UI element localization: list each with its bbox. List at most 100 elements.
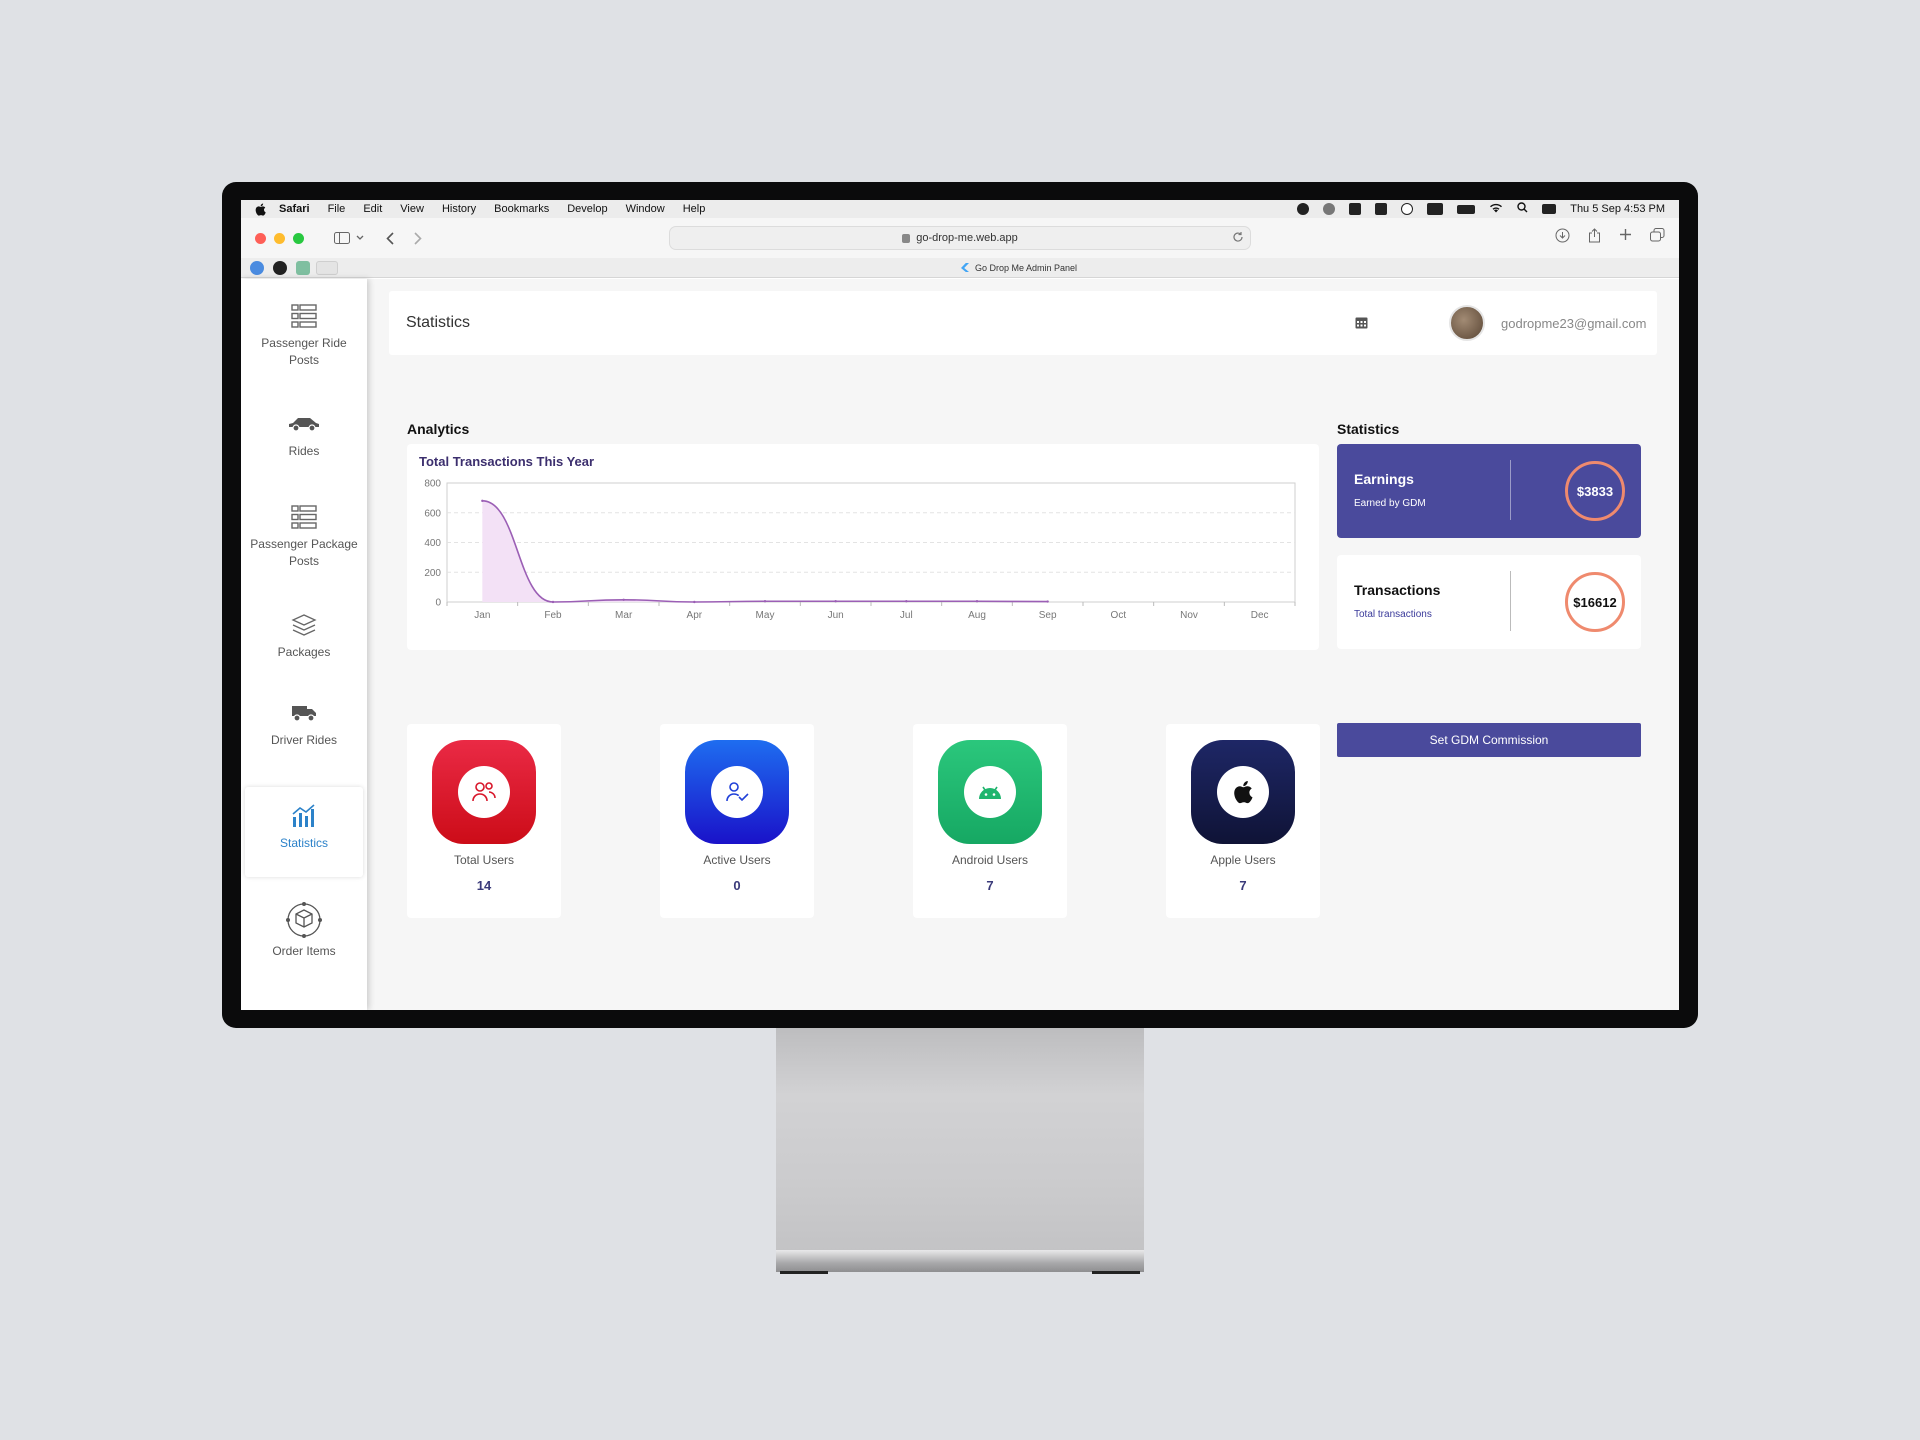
active-users-card: Active Users 0 bbox=[660, 724, 814, 918]
data-point bbox=[1046, 600, 1049, 603]
page-title: Statistics bbox=[406, 314, 471, 331]
y-tick-label: 800 bbox=[424, 479, 441, 490]
sidebar-item-packages[interactable]: Packages bbox=[245, 610, 363, 661]
menu-file[interactable]: File bbox=[328, 203, 346, 215]
record-icon[interactable] bbox=[1297, 203, 1310, 215]
transactions-chart: 0 200 400 600 800 Jan Feb Mar Apr May Jun Jul Aug Sep… bbox=[424, 479, 1296, 621]
wifi-icon[interactable] bbox=[1489, 202, 1503, 216]
github-icon[interactable] bbox=[273, 260, 287, 275]
minimize-window-button[interactable] bbox=[274, 232, 285, 244]
transactions-subtitle: Total transactions bbox=[1354, 609, 1432, 620]
chevron-down-icon[interactable] bbox=[356, 235, 364, 241]
menu-view[interactable]: View bbox=[400, 203, 424, 215]
user-stat-value: 14 bbox=[476, 878, 492, 893]
sidebar-item-label: Statistics bbox=[279, 836, 328, 850]
sidebar-item-passenger-ride-posts[interactable]: Passenger Ride Posts bbox=[245, 301, 363, 369]
user-check-icon bbox=[711, 766, 763, 818]
transactions-value: $16612 bbox=[1565, 572, 1625, 632]
url-text: go-drop-me.web.app bbox=[916, 232, 1018, 244]
sidebar-item-driver-rides[interactable]: Driver Rides bbox=[245, 698, 363, 749]
earnings-card: Earnings Earned by GDM $3833 bbox=[1337, 444, 1641, 538]
transactions-title: Transactions bbox=[1354, 582, 1441, 598]
apple-users-tile bbox=[1191, 740, 1295, 844]
sidebar-item-label: Order Items bbox=[272, 944, 336, 958]
sidebar-item-statistics[interactable]: Statistics bbox=[245, 787, 363, 877]
android-users-tile bbox=[938, 740, 1042, 844]
y-tick-label: 400 bbox=[424, 538, 441, 549]
menu-bookmarks[interactable]: Bookmarks bbox=[494, 203, 549, 215]
tab-title-text: Go Drop Me Admin Panel bbox=[975, 262, 1078, 273]
sidebar-item-order-items[interactable]: Order Items bbox=[245, 901, 363, 960]
x-tick-label: Mar bbox=[615, 610, 633, 621]
menu-safari[interactable]: Safari bbox=[279, 203, 310, 215]
status-app-icon[interactable] bbox=[1323, 203, 1336, 215]
window-controls bbox=[255, 232, 304, 244]
data-point bbox=[975, 600, 979, 603]
transactions-card: Transactions Total transactions $16612 bbox=[1337, 555, 1641, 649]
sidebar-item-rides[interactable]: Rides bbox=[245, 409, 363, 460]
tab-overview-icon[interactable] bbox=[1650, 228, 1665, 243]
address-bar[interactable]: go-drop-me.web.app bbox=[669, 226, 1251, 250]
zoom-window-button[interactable] bbox=[293, 232, 304, 244]
series-area bbox=[482, 500, 1048, 602]
play-icon[interactable] bbox=[1401, 203, 1414, 215]
menubar-clock[interactable]: Thu 5 Sep 4:53 PM bbox=[1570, 203, 1665, 215]
menu-window[interactable]: Window bbox=[626, 203, 665, 215]
browser-toolbar: go-drop-me.web.app bbox=[241, 218, 1679, 258]
new-tab-icon[interactable] bbox=[1619, 228, 1632, 243]
x-tick-label: Jul bbox=[900, 610, 913, 621]
chart-icon bbox=[291, 801, 317, 831]
drive-icon[interactable] bbox=[1349, 203, 1362, 215]
battery-icon[interactable] bbox=[1457, 204, 1476, 214]
back-button[interactable] bbox=[386, 231, 394, 245]
monitor-stand bbox=[776, 1028, 1144, 1252]
user-stat-value: 7 bbox=[986, 878, 994, 893]
user-email[interactable]: godropme23@gmail.com bbox=[1501, 316, 1646, 331]
sidebar-item-label: Driver Rides bbox=[270, 733, 337, 747]
spotlight-search-icon[interactable] bbox=[1517, 202, 1528, 216]
sidebar-item-label: Packages bbox=[277, 645, 331, 659]
menu-help[interactable]: Help bbox=[683, 203, 706, 215]
car-icon bbox=[287, 409, 321, 439]
data-point bbox=[763, 600, 767, 603]
avatar[interactable] bbox=[1449, 305, 1485, 341]
data-point bbox=[481, 499, 484, 503]
menu-history[interactable]: History bbox=[442, 203, 476, 215]
mac-menubar: Safari File Edit View History Bookmarks … bbox=[241, 200, 1679, 218]
set-commission-button[interactable]: Set GDM Commission bbox=[1337, 723, 1641, 757]
data-point bbox=[905, 600, 908, 603]
earnings-value: $3833 bbox=[1565, 461, 1625, 521]
transactions-chart-card: Total Transactions This Year 0 200 400 600 8… bbox=[407, 444, 1319, 650]
page-header: Statistics godropme23@gmail.com bbox=[389, 291, 1657, 355]
data-point bbox=[551, 600, 555, 604]
chatgpt-icon[interactable] bbox=[296, 260, 310, 275]
pinned-tab-icon[interactable] bbox=[250, 260, 264, 275]
list-icon bbox=[291, 301, 317, 331]
input-source-icon[interactable] bbox=[1427, 203, 1444, 215]
total-users-tile bbox=[432, 740, 536, 844]
y-tick-label: 200 bbox=[424, 568, 441, 579]
sidebar-toggle-icon[interactable] bbox=[334, 232, 350, 244]
active-tab[interactable]: Go Drop Me Admin Panel bbox=[961, 263, 1077, 273]
user-stat-label: Apple Users bbox=[1210, 853, 1276, 867]
reload-icon[interactable] bbox=[1232, 231, 1244, 246]
close-window-button[interactable] bbox=[255, 232, 266, 244]
menu-develop[interactable]: Develop bbox=[567, 203, 607, 215]
lock-icon bbox=[902, 233, 911, 243]
earnings-subtitle: Earned by GDM bbox=[1354, 498, 1426, 509]
sidebar-item-passenger-package-posts[interactable]: Passenger Package Posts bbox=[245, 502, 363, 570]
pinned-tab-active-icon[interactable] bbox=[316, 260, 338, 275]
data-point bbox=[622, 598, 625, 601]
forward-button[interactable] bbox=[414, 231, 422, 245]
tab-bar: Go Drop Me Admin Panel bbox=[241, 258, 1679, 278]
apple-menu-icon[interactable] bbox=[255, 202, 269, 216]
share-icon[interactable] bbox=[1588, 228, 1601, 243]
y-tick-label: 600 bbox=[424, 508, 441, 519]
user-stat-value: 7 bbox=[1239, 878, 1247, 893]
calendar-icon[interactable] bbox=[1355, 316, 1368, 334]
downloads-icon[interactable] bbox=[1555, 228, 1570, 243]
users-icon bbox=[458, 766, 510, 818]
check-app-icon[interactable] bbox=[1375, 203, 1388, 215]
menu-edit[interactable]: Edit bbox=[363, 203, 382, 215]
control-center-icon[interactable] bbox=[1542, 204, 1557, 214]
